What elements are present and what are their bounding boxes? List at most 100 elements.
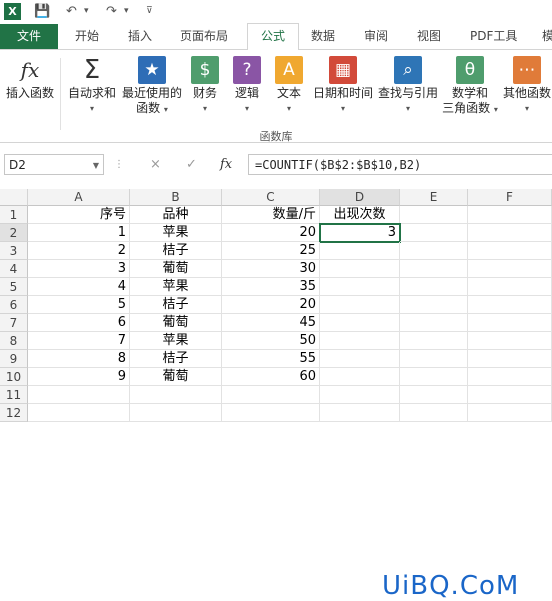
- grid-cell[interactable]: 苹果: [130, 278, 222, 296]
- grid-cell[interactable]: [468, 314, 552, 332]
- undo-icon[interactable]: ↶: [66, 3, 77, 20]
- row-header[interactable]: 11: [0, 386, 28, 404]
- formula-bar-grip-icon[interactable]: ⋮: [114, 155, 124, 175]
- tab-formulas[interactable]: 公式: [247, 23, 299, 51]
- column-header-b[interactable]: B: [130, 189, 222, 206]
- grid-cell[interactable]: 25: [222, 242, 320, 260]
- active-cell[interactable]: 3: [319, 223, 401, 243]
- row-header[interactable]: 6: [0, 296, 28, 314]
- grid-cell[interactable]: 45: [222, 314, 320, 332]
- grid-cell[interactable]: [400, 206, 468, 224]
- name-box[interactable]: D2 ▼: [4, 154, 104, 175]
- column-header-e[interactable]: E: [400, 189, 468, 206]
- grid-cell[interactable]: 6: [28, 314, 130, 332]
- grid-cell[interactable]: 7: [28, 332, 130, 350]
- select-all-corner[interactable]: [0, 189, 28, 206]
- row-header[interactable]: 7: [0, 314, 28, 332]
- grid-cell[interactable]: 9: [28, 368, 130, 386]
- autosum-button[interactable]: Σ 自动求和 ▾: [66, 56, 118, 116]
- grid-cell[interactable]: [320, 242, 400, 260]
- grid-cell[interactable]: 20: [222, 296, 320, 314]
- customize-qat-icon[interactable]: ⊽: [146, 3, 153, 20]
- row-header[interactable]: 4: [0, 260, 28, 278]
- grid-cell[interactable]: [222, 404, 320, 422]
- column-header-c[interactable]: C: [222, 189, 320, 206]
- grid-cell[interactable]: 20: [222, 224, 320, 242]
- grid-cell[interactable]: 8: [28, 350, 130, 368]
- grid-cell[interactable]: [400, 260, 468, 278]
- grid-cell[interactable]: 葡萄: [130, 260, 222, 278]
- grid-cell[interactable]: [28, 404, 130, 422]
- grid-cell[interactable]: [222, 386, 320, 404]
- grid-cell[interactable]: 1: [28, 224, 130, 242]
- column-header-d[interactable]: D: [320, 189, 400, 206]
- grid-cell[interactable]: 50: [222, 332, 320, 350]
- grid-cell[interactable]: [320, 368, 400, 386]
- grid-cell[interactable]: [468, 368, 552, 386]
- grid-cell[interactable]: 葡萄: [130, 314, 222, 332]
- grid-cell[interactable]: 55: [222, 350, 320, 368]
- grid-cell[interactable]: 苹果: [130, 332, 222, 350]
- grid-cell[interactable]: 60: [222, 368, 320, 386]
- tab-review[interactable]: 审阅: [364, 24, 388, 49]
- grid-cell[interactable]: 5: [28, 296, 130, 314]
- financial-button[interactable]: $ 财务 ▾: [188, 56, 222, 116]
- column-header-f[interactable]: F: [468, 189, 552, 206]
- grid-cell[interactable]: [468, 386, 552, 404]
- row-header[interactable]: 3: [0, 242, 28, 260]
- grid-cell[interactable]: [400, 368, 468, 386]
- grid-cell[interactable]: [400, 278, 468, 296]
- row-header[interactable]: 8: [0, 332, 28, 350]
- grid-cell[interactable]: 4: [28, 278, 130, 296]
- grid-cell[interactable]: [468, 404, 552, 422]
- undo-dropdown-icon[interactable]: ▾: [84, 3, 89, 20]
- grid-cell[interactable]: 桔子: [130, 350, 222, 368]
- header-cell[interactable]: 序号: [28, 206, 130, 224]
- grid-cell[interactable]: [320, 296, 400, 314]
- grid-cell[interactable]: 30: [222, 260, 320, 278]
- excel-app-icon[interactable]: X: [4, 3, 21, 20]
- enter-icon[interactable]: ✓: [186, 155, 197, 175]
- grid-cell[interactable]: 3: [28, 260, 130, 278]
- grid-cell[interactable]: [468, 296, 552, 314]
- row-header[interactable]: 5: [0, 278, 28, 296]
- row-header[interactable]: 2: [0, 224, 28, 242]
- grid-cell[interactable]: [320, 386, 400, 404]
- grid-cell[interactable]: [320, 278, 400, 296]
- header-cell[interactable]: 数量/斤: [222, 206, 320, 224]
- grid-cell[interactable]: 桔子: [130, 296, 222, 314]
- logical-button[interactable]: ? 逻辑 ▾: [230, 56, 264, 116]
- grid-cell[interactable]: [130, 404, 222, 422]
- math-trig-button[interactable]: θ 数学和 三角函数 ▾: [440, 56, 500, 117]
- grid-cell[interactable]: 葡萄: [130, 368, 222, 386]
- grid-cell[interactable]: [468, 242, 552, 260]
- grid-cell[interactable]: [320, 350, 400, 368]
- header-cell[interactable]: 出现次数: [320, 206, 400, 224]
- tab-home[interactable]: 开始: [75, 24, 99, 49]
- grid-cell[interactable]: [320, 332, 400, 350]
- grid-cell[interactable]: [400, 350, 468, 368]
- grid-cell[interactable]: [400, 242, 468, 260]
- text-button[interactable]: A 文本 ▾: [272, 56, 306, 116]
- grid-cell[interactable]: [400, 386, 468, 404]
- chevron-down-icon[interactable]: ▼: [93, 155, 99, 176]
- header-cell[interactable]: 品种: [130, 206, 222, 224]
- grid-cell[interactable]: [400, 404, 468, 422]
- grid-cell[interactable]: [468, 206, 552, 224]
- grid-cell[interactable]: [130, 386, 222, 404]
- date-time-button[interactable]: ▦ 日期和时间 ▾: [310, 56, 376, 116]
- insert-function-button[interactable]: fx 插入函数: [4, 56, 56, 101]
- cancel-icon[interactable]: ×: [150, 155, 161, 175]
- save-icon[interactable]: 💾: [34, 3, 50, 20]
- row-header[interactable]: 10: [0, 368, 28, 386]
- recently-used-button[interactable]: ★ 最近使用的 函数 ▾: [120, 56, 184, 117]
- grid-cell[interactable]: [468, 278, 552, 296]
- grid-cell[interactable]: 桔子: [130, 242, 222, 260]
- grid-cell[interactable]: [320, 314, 400, 332]
- grid-cell[interactable]: [400, 224, 468, 242]
- grid-cell[interactable]: [468, 350, 552, 368]
- worksheet-grid[interactable]: A B C D E F 1 序号 品种 数量/斤 出现次数 2 1 苹果 20 3 3 2 桔子 25 4 3…: [0, 189, 552, 601]
- tab-insert[interactable]: 插入: [128, 24, 152, 49]
- row-header[interactable]: 9: [0, 350, 28, 368]
- tab-file[interactable]: 文件: [0, 24, 58, 49]
